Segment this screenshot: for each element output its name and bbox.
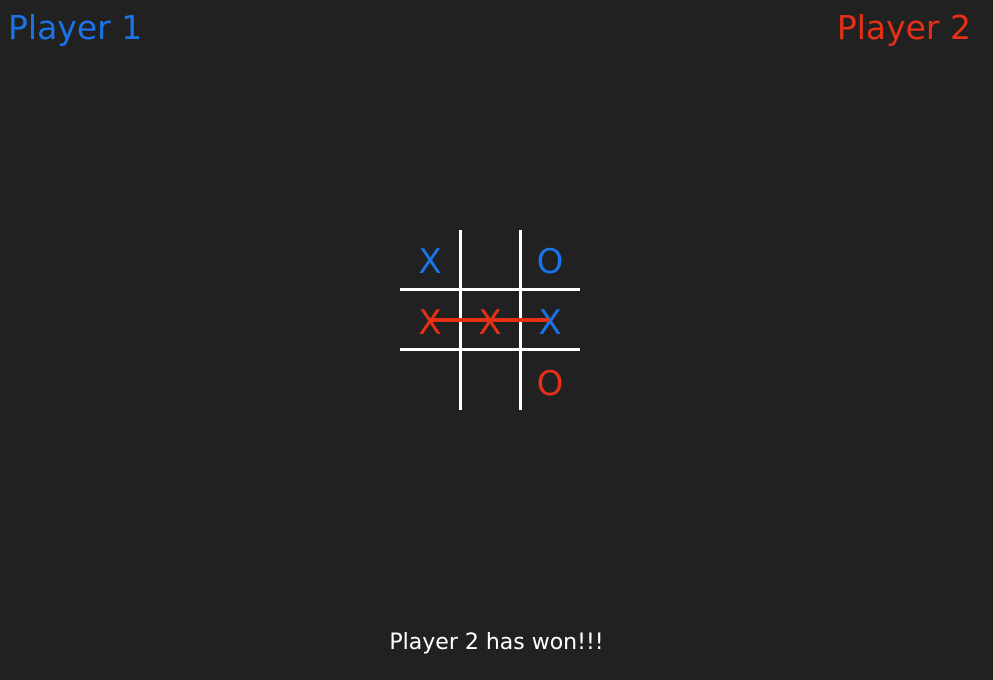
cell-mark: X (538, 303, 562, 343)
cell-0[interactable]: X (400, 232, 460, 292)
tic-tac-toe-board: X O X X X O (400, 230, 580, 410)
cell-4[interactable]: X (460, 293, 520, 353)
cell-mark: O (536, 242, 564, 282)
cell-6[interactable] (400, 354, 460, 414)
cell-1[interactable] (460, 232, 520, 292)
cell-5[interactable]: X (520, 293, 580, 353)
status-message: Player 2 has won!!! (389, 630, 604, 655)
cell-mark: X (418, 303, 442, 343)
player-2-label: Player 2 (836, 8, 971, 47)
cell-mark: X (478, 303, 502, 343)
cell-mark: O (536, 364, 564, 404)
cell-7[interactable] (460, 354, 520, 414)
game-screen: Player 1 Player 2 X O X X X O Player 2 h… (0, 0, 993, 680)
cell-mark: X (418, 242, 442, 282)
cell-3[interactable]: X (400, 293, 460, 353)
cell-8[interactable]: O (520, 354, 580, 414)
player-1-label: Player 1 (8, 8, 143, 47)
cell-2[interactable]: O (520, 232, 580, 292)
